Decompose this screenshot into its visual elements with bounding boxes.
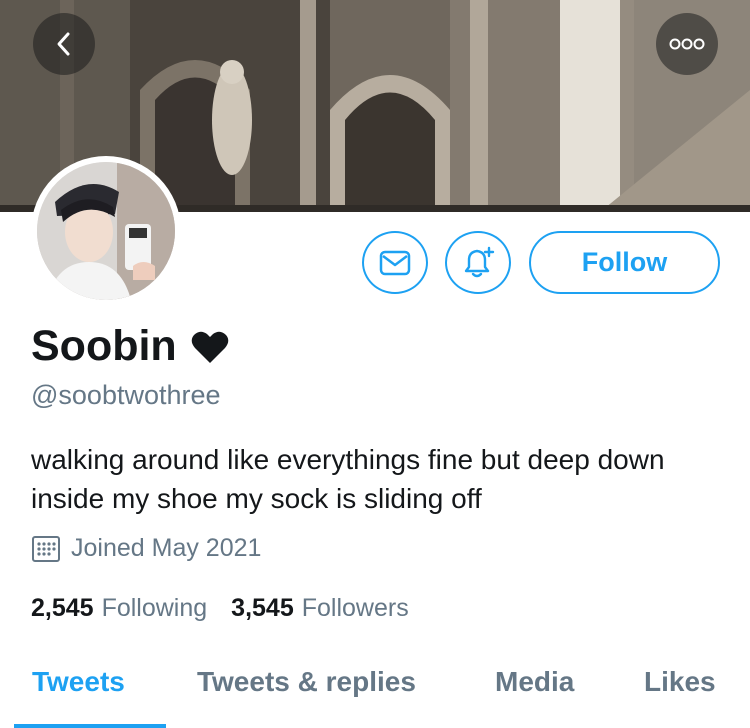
following-stat[interactable]: 2,545 Following [31, 594, 207, 623]
following-count: 2,545 [31, 594, 94, 622]
tab-media[interactable]: Media [495, 666, 574, 698]
follow-button[interactable]: Follow [529, 231, 720, 294]
back-button[interactable] [33, 13, 95, 75]
heart-icon [191, 331, 228, 363]
handle: @soobtwothree [31, 380, 221, 410]
followers-stat[interactable]: 3,545 Followers [231, 594, 409, 623]
display-name: Soobin [31, 322, 177, 370]
joined-row: Joined May 2021 [31, 534, 261, 563]
bell-plus-icon [464, 246, 495, 277]
notify-button[interactable] [445, 231, 511, 294]
profile-tabs: Tweets Tweets & replies Media Likes [0, 664, 750, 728]
avatar[interactable] [31, 156, 181, 306]
followers-label: Followers [301, 594, 409, 622]
bio: walking around like everythings fine but… [31, 444, 665, 514]
following-label: Following [101, 594, 208, 622]
chevron-left-icon [57, 32, 70, 56]
message-button[interactable] [362, 231, 428, 294]
calendar-icon [32, 535, 60, 562]
more-button[interactable] [656, 13, 718, 75]
tab-tweets-and-replies[interactable]: Tweets & replies [197, 666, 416, 698]
stats-row: 2,545 Following 3,545 Followers [31, 594, 409, 623]
followers-count: 3,545 [231, 594, 294, 622]
active-tab-indicator [14, 724, 166, 728]
tab-tweets[interactable]: Tweets [32, 666, 125, 698]
mail-icon [379, 250, 411, 275]
more-icon [669, 38, 705, 50]
joined-date: Joined May 2021 [71, 534, 262, 562]
avatar-image [37, 162, 175, 300]
tab-likes[interactable]: Likes [644, 666, 716, 698]
display-name-row: Soobin [31, 322, 229, 371]
